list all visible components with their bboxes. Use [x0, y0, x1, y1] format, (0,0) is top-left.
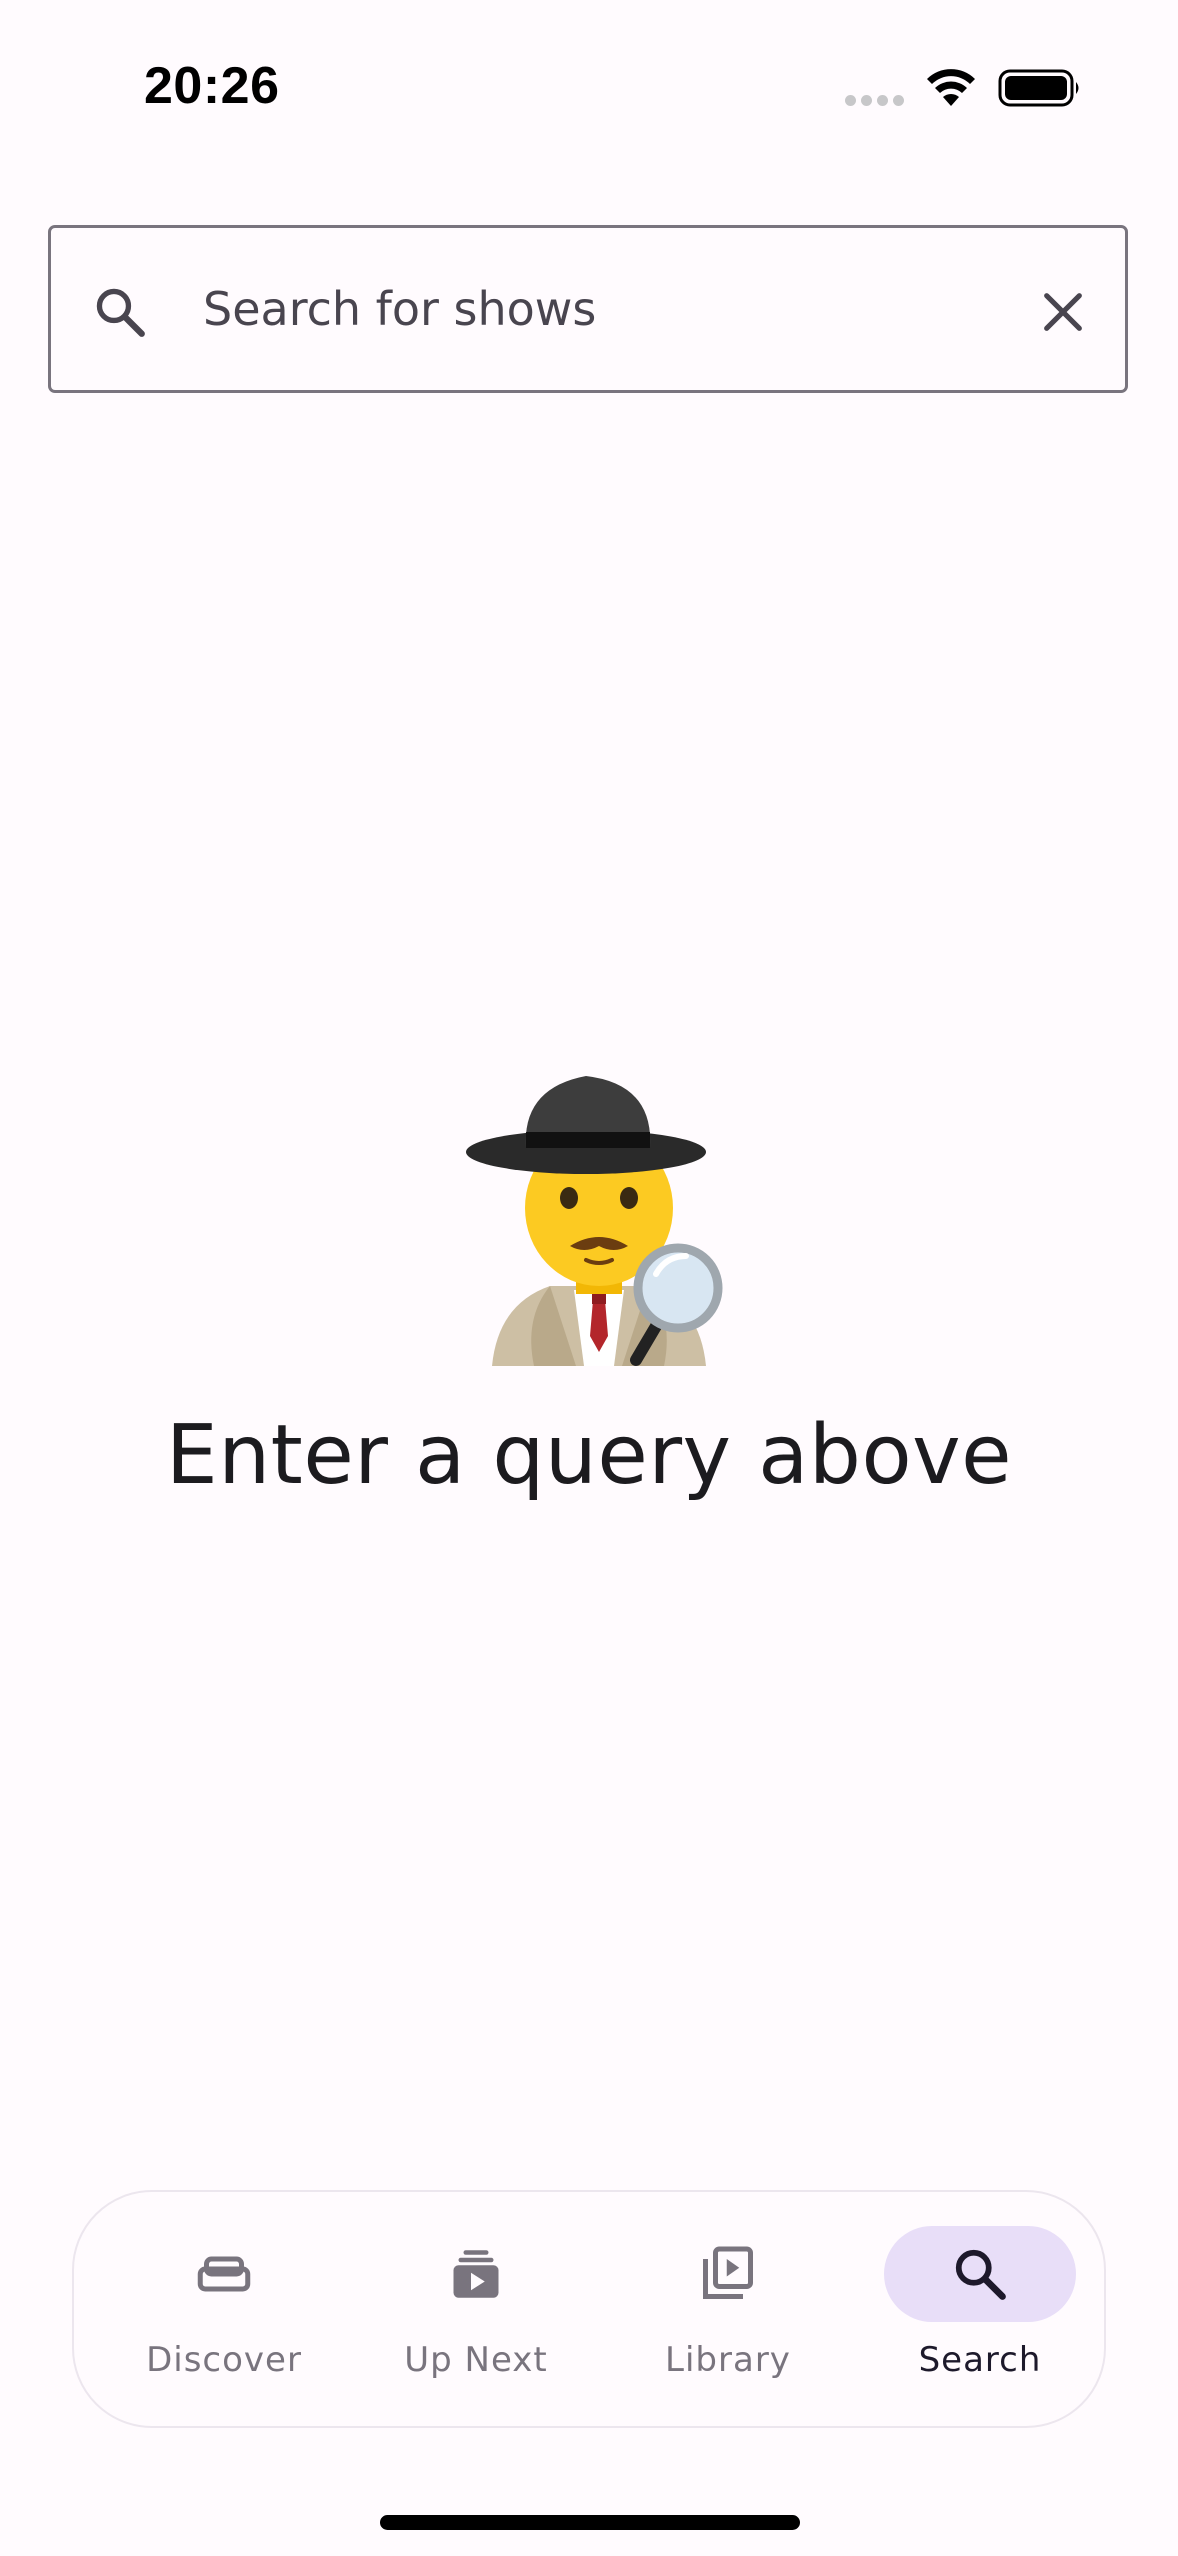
nav-label: Library	[665, 2340, 791, 2380]
nav-label: Search	[918, 2340, 1042, 2380]
search-icon	[96, 288, 145, 337]
nav-item-up-next[interactable]: Up Next	[366, 2192, 586, 2430]
video-library-icon	[703, 2246, 753, 2299]
home-indicator[interactable]	[380, 2515, 800, 2530]
cellular-signal-icon	[845, 95, 907, 109]
play-stack-icon	[453, 2250, 499, 2298]
bottom-navigation: Discover Up Next Library Search	[72, 2190, 1106, 2428]
empty-state-message: Enter a query above	[165, 1408, 1013, 1503]
wifi-icon	[927, 69, 975, 106]
detective-icon	[466, 1076, 723, 1366]
status-time: 20:26	[144, 57, 280, 115]
nav-label: Up Next	[404, 2340, 548, 2380]
nav-item-discover[interactable]: Discover	[114, 2192, 334, 2430]
search-field[interactable]	[48, 225, 1128, 393]
nav-item-search[interactable]: Search	[870, 2192, 1090, 2430]
sofa-icon	[197, 2256, 251, 2292]
search-icon	[955, 2249, 1006, 2300]
battery-icon	[998, 69, 1079, 107]
search-input[interactable]	[203, 274, 1003, 344]
nav-label: Discover	[146, 2340, 302, 2380]
status-bar: 20:26	[0, 0, 1178, 175]
nav-item-library[interactable]: Library	[618, 2192, 838, 2430]
close-icon[interactable]	[1035, 284, 1091, 340]
